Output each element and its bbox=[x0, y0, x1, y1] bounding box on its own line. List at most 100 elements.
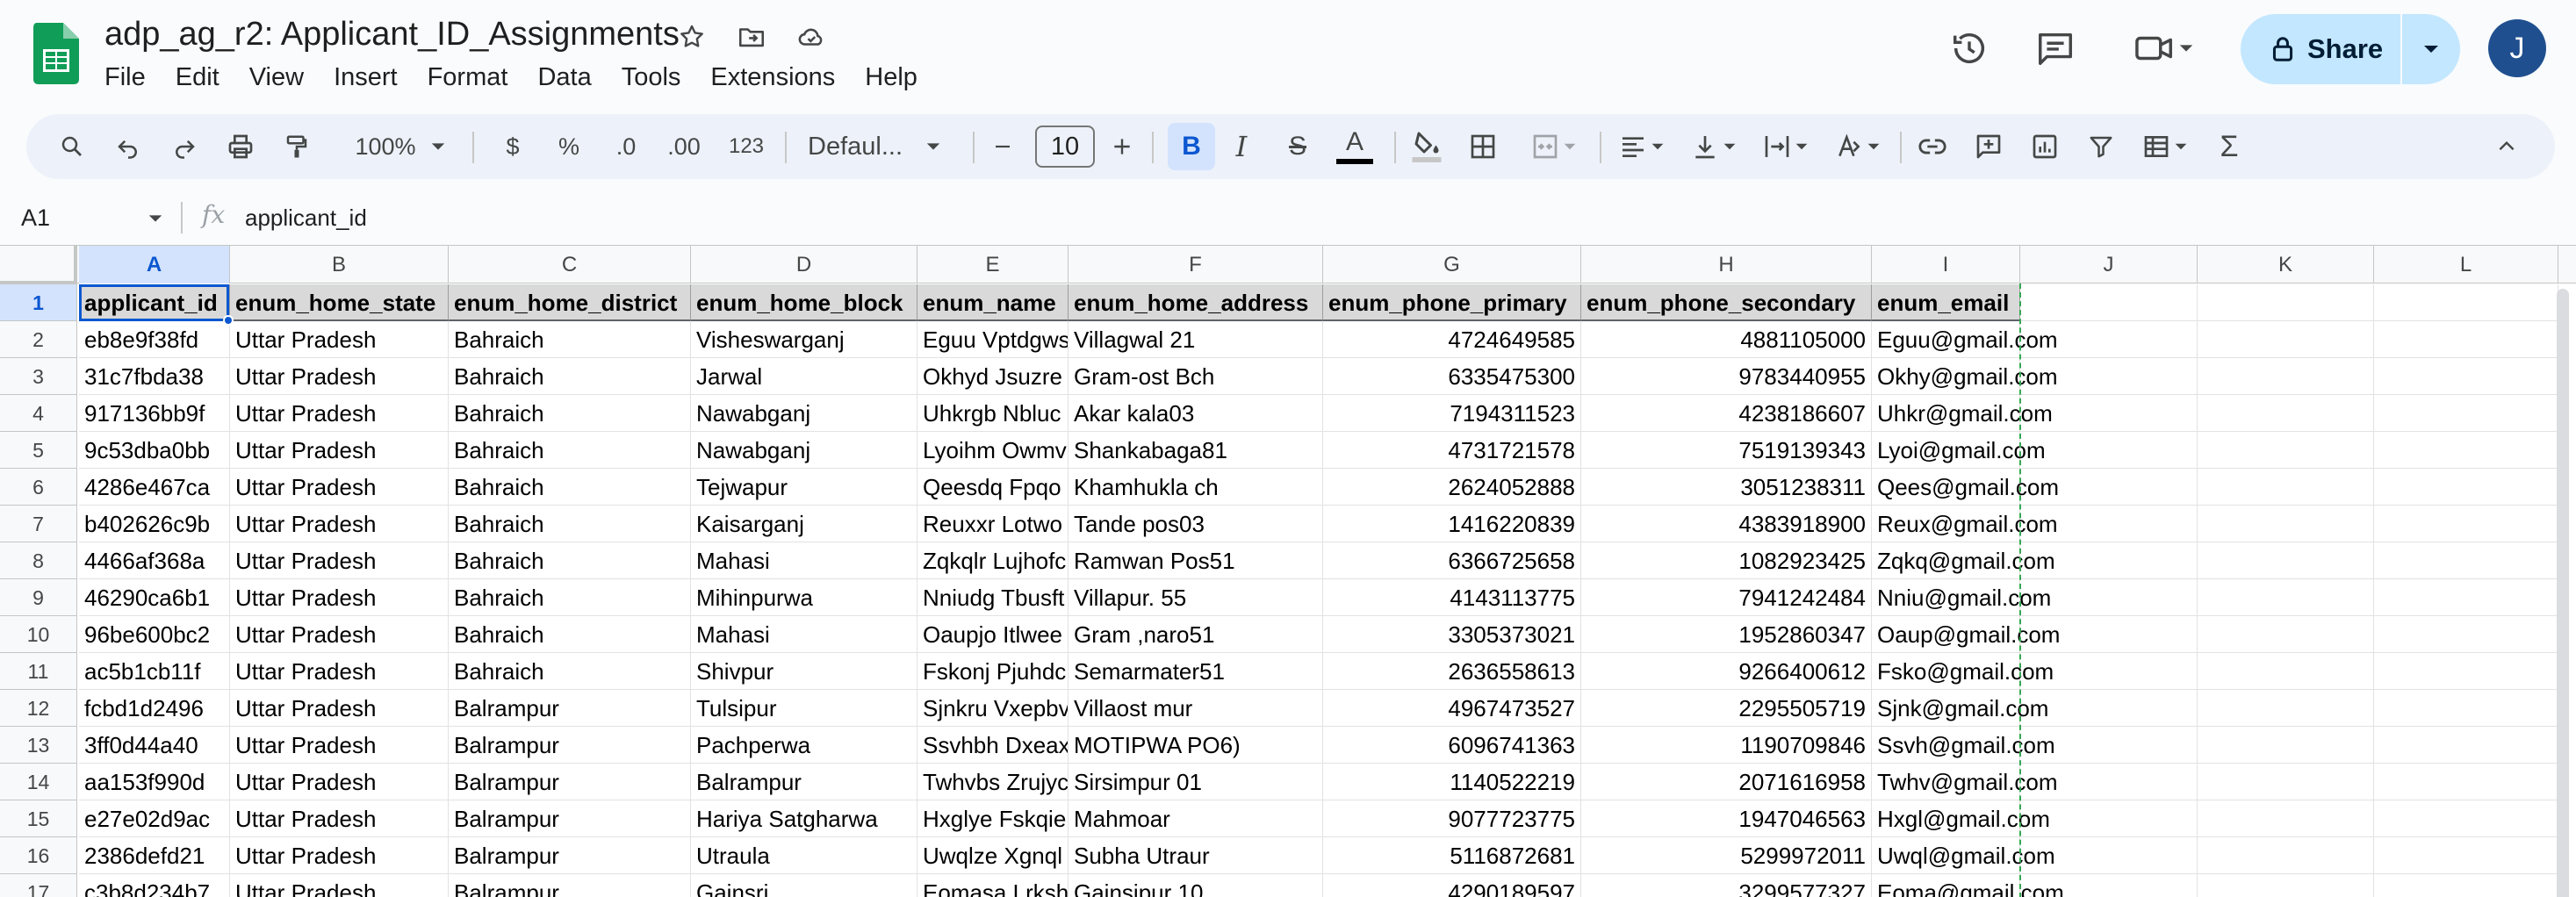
cell-k9[interactable] bbox=[2198, 579, 2374, 616]
cell-i7[interactable]: Reux@gmail.com bbox=[1872, 506, 2058, 542]
cell-l17[interactable] bbox=[2374, 874, 2558, 897]
cell-a11[interactable]: ac5b1cb11f bbox=[79, 653, 230, 690]
cell-h12[interactable]: 2295505719 bbox=[1581, 690, 1872, 727]
cell-f6[interactable]: Khamhukla ch bbox=[1069, 469, 1323, 506]
cell-c17[interactable]: Balrampur bbox=[449, 874, 691, 897]
cell-h14[interactable]: 2071616958 bbox=[1581, 764, 1872, 800]
cell-h13[interactable]: 1190709846 bbox=[1581, 727, 1872, 764]
cell-g13[interactable]: 6096741363 bbox=[1323, 727, 1581, 764]
cell-d17[interactable]: Gainsri bbox=[691, 874, 917, 897]
cell-j13[interactable] bbox=[2020, 727, 2198, 764]
cell-c8[interactable]: Bahraich bbox=[449, 542, 691, 579]
column-header-h[interactable]: H bbox=[1581, 246, 1872, 283]
font-size-input[interactable]: 10 bbox=[1035, 126, 1095, 168]
cell-g14[interactable]: 1140522219 bbox=[1323, 764, 1581, 800]
cloud-saved-icon[interactable] bbox=[794, 19, 829, 54]
cell-k16[interactable] bbox=[2198, 837, 2374, 874]
cell-d9[interactable]: Mihinpurwa bbox=[691, 579, 917, 616]
menu-format[interactable]: Format bbox=[413, 60, 523, 95]
cell-a13[interactable]: 3ff0d44a40 bbox=[79, 727, 230, 764]
cell-j6[interactable] bbox=[2020, 469, 2198, 506]
cell-a17[interactable]: c3b8d234b7 bbox=[79, 874, 230, 897]
cell-i5[interactable]: Lyoi@gmail.com bbox=[1872, 432, 2046, 469]
cell-b13[interactable]: Uttar Pradesh bbox=[230, 727, 449, 764]
text-rotation-icon[interactable] bbox=[1826, 114, 1889, 179]
avatar[interactable]: J bbox=[2488, 19, 2546, 77]
cell-l11[interactable] bbox=[2374, 653, 2558, 690]
cell-k2[interactable] bbox=[2198, 321, 2374, 358]
cell-a6[interactable]: 4286e467ca bbox=[79, 469, 230, 506]
cell-i12[interactable]: Sjnk@gmail.com bbox=[1872, 690, 2048, 727]
cell-f7[interactable]: Tande pos03 bbox=[1069, 506, 1323, 542]
cell-l4[interactable] bbox=[2374, 395, 2558, 432]
cell-d12[interactable]: Tulsipur bbox=[691, 690, 917, 727]
cell-k13[interactable] bbox=[2198, 727, 2374, 764]
cell-g5[interactable]: 4731721578 bbox=[1323, 432, 1581, 469]
cell-h11[interactable]: 9266400612 bbox=[1581, 653, 1872, 690]
borders-icon[interactable] bbox=[1461, 114, 1505, 179]
cell-a10[interactable]: 96be600bc2 bbox=[79, 616, 230, 653]
cell-b1[interactable]: enum_home_state bbox=[230, 284, 449, 321]
cell-d3[interactable]: Jarwal bbox=[691, 358, 917, 395]
cell-j3[interactable] bbox=[2020, 358, 2198, 395]
cell-c14[interactable]: Balrampur bbox=[449, 764, 691, 800]
cell-l13[interactable] bbox=[2374, 727, 2558, 764]
cell-e16[interactable]: Uwqlze Xgnql bbox=[917, 837, 1069, 874]
column-header-j[interactable]: J bbox=[2020, 246, 2198, 283]
cell-h7[interactable]: 4383918900 bbox=[1581, 506, 1872, 542]
format-percent-button[interactable]: % bbox=[550, 114, 588, 179]
cell-h1[interactable]: enum_phone_secondary bbox=[1581, 284, 1872, 321]
menu-tools[interactable]: Tools bbox=[607, 60, 696, 95]
move-to-folder-icon[interactable] bbox=[734, 19, 769, 54]
cell-d16[interactable]: Utraula bbox=[691, 837, 917, 874]
cell-h3[interactable]: 9783440955 bbox=[1581, 358, 1872, 395]
cell-k3[interactable] bbox=[2198, 358, 2374, 395]
cell-c9[interactable]: Bahraich bbox=[449, 579, 691, 616]
cell-l3[interactable] bbox=[2374, 358, 2558, 395]
cell-i17[interactable]: Eoma@gmail.com bbox=[1872, 874, 2064, 897]
functions-icon[interactable]: Σ bbox=[2207, 114, 2251, 179]
cell-l15[interactable] bbox=[2374, 800, 2558, 837]
strikethrough-button[interactable]: S bbox=[1278, 114, 1317, 179]
cell-h8[interactable]: 1082923425 bbox=[1581, 542, 1872, 579]
cell-c7[interactable]: Bahraich bbox=[449, 506, 691, 542]
bold-button[interactable]: B bbox=[1168, 123, 1215, 170]
comments-icon[interactable] bbox=[2030, 23, 2081, 74]
cell-g15[interactable]: 9077723775 bbox=[1323, 800, 1581, 837]
cell-j10[interactable] bbox=[2020, 616, 2198, 653]
collapse-toolbar-icon[interactable] bbox=[2485, 114, 2529, 179]
cell-c11[interactable]: Bahraich bbox=[449, 653, 691, 690]
cell-a1[interactable]: applicant_id bbox=[79, 284, 230, 321]
cell-b4[interactable]: Uttar Pradesh bbox=[230, 395, 449, 432]
more-formats-button[interactable]: 123 bbox=[720, 114, 773, 179]
cell-i16[interactable]: Uwql@gmail.com bbox=[1872, 837, 2055, 874]
cell-l14[interactable] bbox=[2374, 764, 2558, 800]
share-main-area[interactable]: Share bbox=[2241, 14, 2400, 84]
cell-c6[interactable]: Bahraich bbox=[449, 469, 691, 506]
cell-h2[interactable]: 4881105000 bbox=[1581, 321, 1872, 358]
cell-f13[interactable]: MOTIPWA PO6) bbox=[1069, 727, 1323, 764]
cell-i6[interactable]: Qees@gmail.com bbox=[1872, 469, 2059, 506]
cell-l1[interactable] bbox=[2374, 284, 2558, 321]
cell-l9[interactable] bbox=[2374, 579, 2558, 616]
cell-g4[interactable]: 7194311523 bbox=[1323, 395, 1581, 432]
cell-c2[interactable]: Bahraich bbox=[449, 321, 691, 358]
column-header-g[interactable]: G bbox=[1323, 246, 1581, 283]
cell-e15[interactable]: Hxglye Fskqie bbox=[917, 800, 1069, 837]
paint-format-icon[interactable] bbox=[277, 114, 316, 179]
cell-g9[interactable]: 4143113775 bbox=[1323, 579, 1581, 616]
cell-f9[interactable]: Villapur. 55 bbox=[1069, 579, 1323, 616]
horizontal-align-icon[interactable] bbox=[1610, 114, 1673, 179]
cell-a14[interactable]: aa153f990d bbox=[79, 764, 230, 800]
cell-e17[interactable]: Eomasa Lrksh bbox=[917, 874, 1069, 897]
cell-k4[interactable] bbox=[2198, 395, 2374, 432]
cell-d5[interactable]: Nawabganj bbox=[691, 432, 917, 469]
cell-j4[interactable] bbox=[2020, 395, 2198, 432]
cell-e1[interactable]: enum_name bbox=[917, 284, 1069, 321]
cell-i4[interactable]: Uhkr@gmail.com bbox=[1872, 395, 2053, 432]
insert-comment-icon[interactable] bbox=[1967, 114, 2011, 179]
column-header-c[interactable]: C bbox=[449, 246, 691, 283]
cell-e4[interactable]: Uhkrgb Nbluc bbox=[917, 395, 1069, 432]
cell-a16[interactable]: 2386defd21 bbox=[79, 837, 230, 874]
column-header-a[interactable]: A bbox=[79, 246, 230, 283]
